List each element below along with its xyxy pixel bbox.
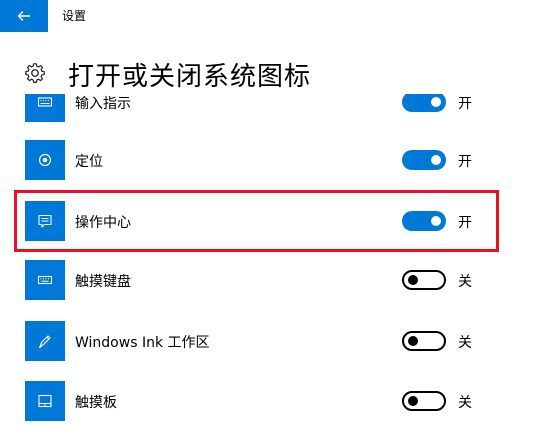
location-icon [38, 153, 52, 167]
list-item-tile [25, 381, 65, 421]
touchpad-icon [38, 394, 52, 408]
toggle-windows-ink[interactable] [402, 331, 446, 351]
toggle-knob [408, 275, 418, 285]
toggle-state: 关 [458, 395, 472, 411]
list-item-tile [25, 321, 65, 361]
pen-icon [38, 335, 51, 348]
list-item-label: 定位 [75, 154, 103, 170]
list-item-label: 触摸板 [75, 395, 117, 411]
back-button[interactable] [0, 0, 48, 32]
touch-keyboard-icon [37, 275, 53, 285]
toggle-touchpad[interactable] [402, 391, 446, 411]
toggle-state: 开 [458, 96, 472, 112]
toggle-state: 关 [458, 335, 472, 351]
back-arrow-icon [17, 11, 30, 21]
list-item-label: Windows Ink 工作区 [75, 335, 210, 351]
toggle-input-indicator[interactable] [402, 94, 446, 112]
toggle-state: 关 [458, 274, 472, 290]
toggle-knob [431, 155, 441, 165]
page-header: 打开或关闭系统图标 [0, 52, 544, 96]
toggle-location[interactable] [402, 150, 446, 170]
list-item-touchpad: 触摸板 关 [0, 381, 544, 421]
toggle-knob [431, 97, 441, 107]
list-item-windows-ink: Windows Ink 工作区 关 [0, 321, 544, 361]
highlight-box [14, 190, 499, 252]
gear-icon [25, 63, 45, 83]
list-item-touch-keyboard: 触摸键盘 关 [0, 260, 544, 300]
page-title: 打开或关闭系统图标 [68, 62, 312, 92]
toggle-state: 开 [458, 154, 472, 170]
list-item-tile [25, 260, 65, 300]
app-title: 设置 [62, 9, 87, 23]
toggle-touch-keyboard[interactable] [402, 270, 446, 290]
toggle-knob [408, 336, 418, 346]
keyboard-icon [37, 97, 53, 107]
list-item-label: 触摸键盘 [75, 274, 131, 290]
list-item-label: 输入指示 [75, 96, 131, 112]
title-bar: 设置 [0, 0, 544, 32]
toggle-knob [408, 396, 418, 406]
list-item-location: 定位 开 [0, 140, 544, 180]
list-item-tile [25, 140, 65, 180]
